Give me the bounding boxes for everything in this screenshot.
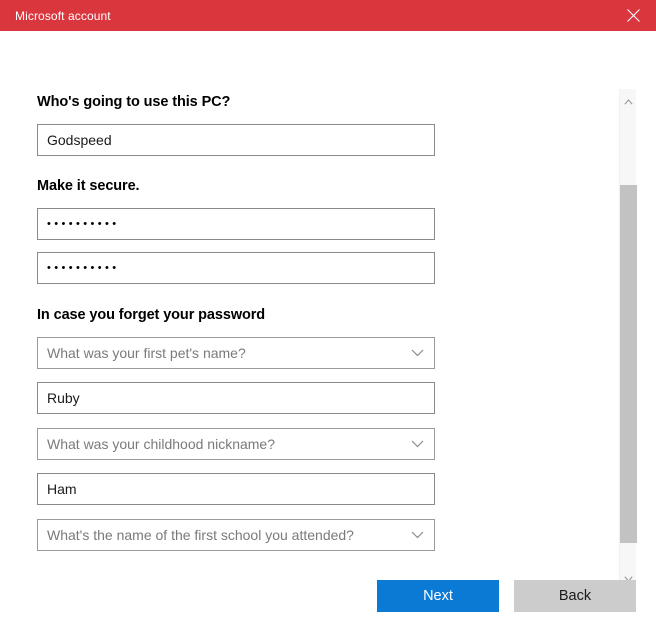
back-button[interactable]: Back [514,580,636,612]
password-confirm-masked-value: •••••••••• [47,261,120,274]
chevron-down-icon [411,531,424,539]
scrollbar-thumb[interactable] [620,185,637,543]
title-bar: Microsoft account [0,0,656,31]
scroll-up-button[interactable] [620,93,637,110]
dialog-footer: Next Back [0,580,656,623]
username-input[interactable]: Godspeed [37,124,435,156]
section-heading-username: Who's going to use this PC? [37,94,231,110]
chevron-down-icon [411,440,424,448]
password-confirm-input[interactable]: •••••••••• [37,252,435,284]
password-input[interactable]: •••••••••• [37,208,435,240]
window-title: Microsoft account [15,8,111,23]
password-masked-value: •••••••••• [47,217,120,230]
security-answer-2-input[interactable]: Ham [37,473,435,505]
security-question-1-dropdown[interactable]: What was your first pet's name? [37,337,435,369]
vertical-scrollbar[interactable] [619,89,637,591]
dialog-content: Who's going to use this PC? Godspeed Mak… [0,31,656,623]
close-button[interactable] [611,0,656,31]
chevron-down-icon [411,349,424,357]
security-question-2-label: What was your childhood nickname? [47,436,276,452]
next-button[interactable]: Next [377,580,499,612]
security-question-2-dropdown[interactable]: What was your childhood nickname? [37,428,435,460]
section-heading-security-questions: In case you forget your password [37,307,266,323]
close-icon [627,9,640,22]
security-question-3-label: What's the name of the first school you … [47,527,354,543]
security-question-3-dropdown[interactable]: What's the name of the first school you … [37,519,435,551]
security-question-1-label: What was your first pet's name? [47,345,246,361]
chevron-up-icon [624,98,633,105]
security-answer-1-input[interactable]: Ruby [37,382,435,414]
section-heading-password: Make it secure. [37,178,140,194]
